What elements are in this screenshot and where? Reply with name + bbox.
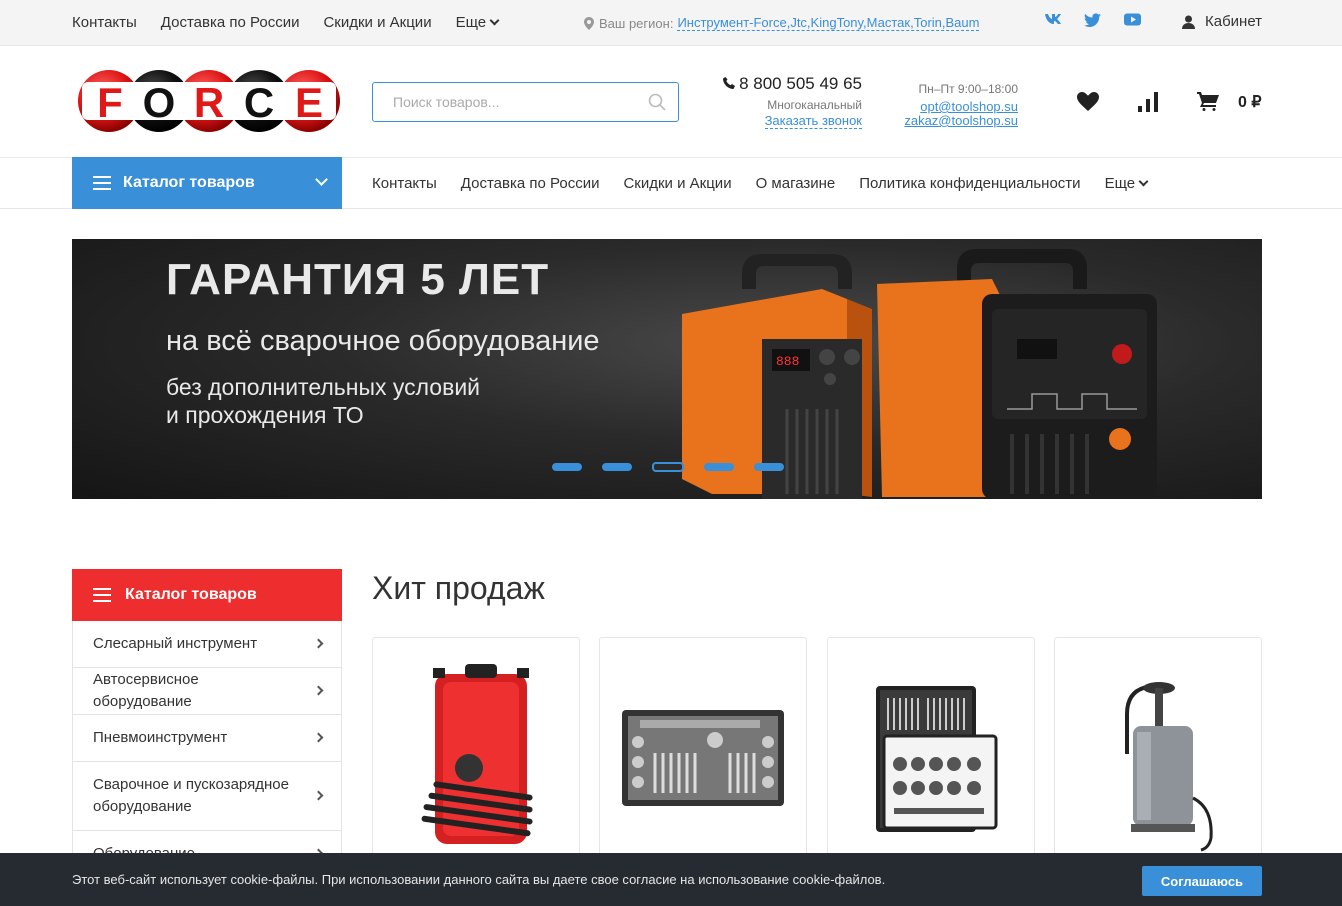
chevron-right-icon — [313, 732, 324, 743]
top-links: Контакты Доставка по России Скидки и Акц… — [72, 14, 522, 31]
hamburger-icon — [93, 588, 111, 602]
top-link-contacts[interactable]: Контакты — [72, 14, 137, 31]
svg-text:C: C — [244, 79, 274, 126]
svg-text:F: F — [97, 79, 123, 126]
banner-text: без дополнительных условий и прохождения… — [166, 373, 480, 429]
sidebar-item-label: Слесарный инструмент — [93, 635, 258, 652]
nav-link-about[interactable]: О магазине — [756, 175, 836, 192]
product-image-tap-die-case — [876, 686, 998, 832]
sidebar-item-autoservice[interactable]: Автосервисное оборудование — [72, 668, 342, 715]
catalog-button-label: Каталог товаров — [123, 174, 255, 191]
catalog-button[interactable]: Каталог товаров — [72, 157, 342, 209]
banner-line-2: и прохождения ТО — [166, 402, 364, 428]
cabinet-label: Кабинет — [1205, 13, 1263, 30]
chevron-down-icon — [1138, 176, 1149, 187]
cookie-banner: Этот веб-сайт использует cookie-файлы. П… — [0, 853, 1342, 906]
cabinet-link[interactable]: Кабинет — [1182, 13, 1262, 30]
product-card[interactable] — [1054, 637, 1262, 877]
twitter-icon[interactable] — [1084, 13, 1101, 27]
sidebar-item-locksmith[interactable]: Слесарный инструмент — [72, 621, 342, 668]
top-link-more-label: Еще — [455, 14, 487, 31]
force-logo[interactable]: F O R C E — [78, 68, 340, 134]
search-input[interactable] — [393, 83, 643, 121]
region-selector[interactable]: Ваш регион: Инструмент-Force,Jtc,KingTon… — [584, 15, 980, 31]
slider-dots — [552, 462, 804, 472]
phone-subtitle: Многоканальный — [767, 98, 862, 112]
chevron-right-icon — [313, 790, 324, 801]
vk-icon[interactable] — [1044, 13, 1062, 25]
phone-block: 8 800 505 49 65 Многоканальный Заказать … — [700, 74, 862, 129]
promo-banner[interactable]: ГАРАНТИЯ 5 ЛЕТ на всё сварочное оборудов… — [72, 239, 1262, 499]
slider-dot[interactable] — [602, 463, 632, 471]
sidebar-catalog-title: Каталог товаров — [125, 586, 257, 603]
working-hours: Пн–Пт 9:00–18:00 — [918, 82, 1018, 96]
cart-sum[interactable]: 0 ₽ — [1238, 92, 1262, 112]
slider-dot[interactable] — [754, 463, 784, 471]
heart-icon[interactable] — [1077, 92, 1099, 111]
sidebar-item-welding[interactable]: Сварочное и пускозарядное оборудование — [72, 762, 342, 831]
search-box — [372, 82, 679, 122]
sidebar-item-label: Автосервисное оборудование — [93, 671, 199, 710]
email-zakaz-link[interactable]: zakaz@toolshop.su — [880, 114, 1018, 128]
slider-dot[interactable] — [552, 463, 582, 471]
chevron-down-icon — [315, 173, 328, 186]
sidebar-catalog-header[interactable]: Каталог товаров — [72, 569, 342, 621]
product-image-tap-die-set — [622, 710, 784, 806]
sidebar-item-label: Пневмоинструмент — [93, 729, 228, 746]
nav-link-more-label: Еще — [1104, 175, 1136, 192]
phone-number[interactable]: 8 800 505 49 65 — [739, 74, 862, 93]
chevron-right-icon — [313, 685, 324, 696]
product-card[interactable] — [827, 637, 1035, 877]
sidebar-item-pneumatic[interactable]: Пневмоинструмент — [72, 715, 342, 762]
compare-icon[interactable] — [1138, 92, 1158, 112]
hamburger-icon — [93, 176, 111, 190]
email-opt-link[interactable]: opt@toolshop.su — [880, 100, 1018, 114]
chevron-right-icon — [313, 638, 324, 649]
slider-dot-active[interactable] — [652, 462, 684, 472]
top-link-sales[interactable]: Скидки и Акции — [323, 14, 431, 31]
region-label: Ваш регион: — [599, 15, 674, 31]
region-value[interactable]: Инструмент-Force,Jtc,KingTony,Мастак,Tor… — [677, 15, 980, 31]
nav-link-contacts[interactable]: Контакты — [372, 175, 437, 192]
hits-title: Хит продаж — [372, 570, 545, 606]
cookie-accept-button[interactable]: Соглашаюсь — [1142, 866, 1262, 896]
banner-title: ГАРАНТИЯ 5 ЛЕТ — [166, 255, 550, 304]
slider-dot[interactable] — [704, 463, 734, 471]
svg-text:O: O — [143, 79, 176, 126]
top-link-more[interactable]: Еще — [455, 14, 500, 31]
contact-hours: Пн–Пт 9:00–18:00 opt@toolshop.su zakaz@t… — [880, 82, 1018, 128]
product-image-oil-pump — [1125, 682, 1213, 852]
banner-line-1: без дополнительных условий — [166, 374, 481, 400]
user-icon — [1182, 15, 1195, 29]
nav-link-delivery[interactable]: Доставка по России — [461, 175, 600, 192]
callback-link[interactable]: Заказать звонок — [764, 113, 862, 129]
cart-icon[interactable] — [1197, 92, 1219, 111]
product-image-tool-case — [421, 664, 533, 844]
welding-machines-image: 888 — [682, 249, 1157, 499]
svg-text:E: E — [295, 79, 323, 126]
main-nav-links: Контакты Доставка по России Скидки и Акц… — [372, 175, 1171, 192]
top-link-delivery[interactable]: Доставка по России — [161, 14, 300, 31]
sidebar-catalog: Каталог товаров Слесарный инструмент Авт… — [72, 569, 342, 878]
location-pin-icon — [584, 16, 594, 30]
banner-subtitle: на всё сварочное оборудование — [166, 325, 600, 357]
search-icon[interactable] — [648, 93, 666, 111]
svg-text:888: 888 — [776, 354, 799, 369]
nav-link-privacy[interactable]: Политика конфиденциальности — [859, 175, 1080, 192]
cookie-text: Этот веб-сайт использует cookie-файлы. П… — [72, 872, 886, 887]
top-bar: Контакты Доставка по России Скидки и Акц… — [0, 0, 1342, 46]
phone-icon — [723, 77, 736, 89]
youtube-icon[interactable] — [1124, 13, 1141, 26]
sidebar-item-label: Сварочное и пускозарядное оборудование — [93, 776, 289, 815]
nav-link-more[interactable]: Еще — [1104, 175, 1149, 192]
svg-text:R: R — [194, 79, 224, 126]
chevron-down-icon — [489, 15, 500, 26]
product-card[interactable] — [599, 637, 807, 877]
product-card[interactable] — [372, 637, 580, 877]
nav-link-sales[interactable]: Скидки и Акции — [623, 175, 731, 192]
